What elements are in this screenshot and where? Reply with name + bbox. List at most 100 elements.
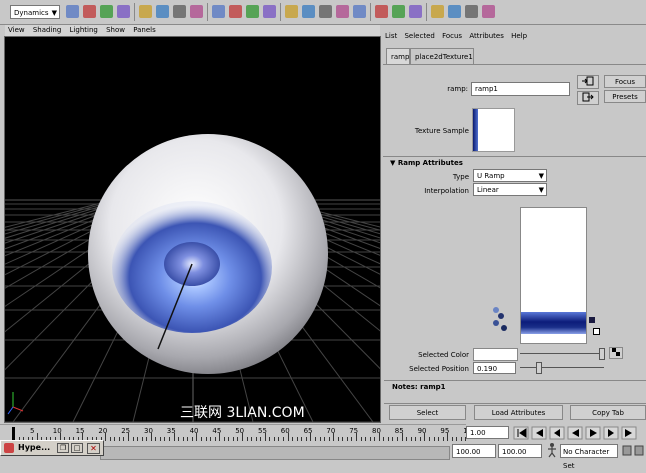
go-to-start-icon[interactable] xyxy=(513,426,529,440)
character-set-dropdown[interactable]: No Character Set xyxy=(560,444,618,470)
timeline-tick-mark xyxy=(137,437,139,441)
go-to-input-button[interactable] xyxy=(577,75,599,89)
timeline-tick-mark xyxy=(419,437,421,441)
timeline-tick-mark xyxy=(205,437,207,441)
hypershade-icon[interactable] xyxy=(353,5,366,18)
viewport-menu-shading[interactable]: Shading xyxy=(33,26,61,34)
timeline-tick-mark xyxy=(191,437,193,441)
render-frame-icon[interactable] xyxy=(302,5,315,18)
ae-menu-selected[interactable]: Selected xyxy=(404,32,434,40)
selected-position-slider[interactable] xyxy=(520,367,604,368)
notes-bar[interactable]: Notes: ramp1 xyxy=(384,380,646,393)
step-forward-key-icon[interactable] xyxy=(621,426,637,440)
menu-set-dropdown[interactable]: Dynamics ▼ xyxy=(10,5,60,19)
chevron-down-icon: ▼ xyxy=(51,9,57,17)
ae-menu-focus[interactable]: Focus xyxy=(442,32,462,40)
range-end-field[interactable]: 100.00 xyxy=(498,444,542,458)
selected-color-slider-handle[interactable] xyxy=(599,348,605,360)
step-forward-icon[interactable] xyxy=(603,426,619,440)
current-time-marker[interactable] xyxy=(12,427,15,441)
timeline-tick-mark xyxy=(246,437,248,441)
interpolation-label: Interpolation xyxy=(424,187,469,195)
load-attributes-button[interactable]: Load Attributes xyxy=(474,405,563,420)
ramp-handle-delete[interactable] xyxy=(593,328,600,335)
snap-point-icon[interactable] xyxy=(246,5,259,18)
cameras-icon[interactable] xyxy=(431,5,444,18)
current-frame-field[interactable]: 1.00 xyxy=(466,426,509,439)
viewport-menu-view[interactable]: View xyxy=(8,26,25,34)
ae-menu-help[interactable]: Help xyxy=(511,32,527,40)
timeline-tick-mark xyxy=(392,437,394,441)
selected-color-slider[interactable] xyxy=(520,353,604,354)
new-scene-icon[interactable] xyxy=(66,5,79,18)
select-button[interactable]: Select xyxy=(389,405,466,420)
step-back-icon[interactable] xyxy=(549,426,565,440)
timeline-tick-mark xyxy=(319,437,321,441)
range-start-field[interactable]: 100.00 xyxy=(452,444,496,458)
timeline-tick-label: 5 xyxy=(30,427,35,435)
maximize-icon[interactable]: □ xyxy=(71,443,83,453)
scale-icon[interactable] xyxy=(482,5,495,18)
type-dropdown[interactable]: U Ramp ▼ xyxy=(473,169,547,182)
bookmark-icon[interactable] xyxy=(392,5,405,18)
go-to-output-button[interactable] xyxy=(577,91,599,105)
tab-ramp1[interactable]: ramp1 xyxy=(386,48,414,64)
channel-box-icon[interactable] xyxy=(448,5,461,18)
copy-tab-button[interactable]: Copy Tab xyxy=(570,405,646,420)
snap-grid-icon[interactable] xyxy=(212,5,225,18)
viewport-menu-show[interactable]: Show xyxy=(106,26,125,34)
select-object-icon[interactable] xyxy=(173,5,186,18)
selected-color-swatch[interactable] xyxy=(473,348,518,361)
perspective-viewport[interactable] xyxy=(5,37,380,422)
tab-place2dtexture1[interactable]: place2dTexture1 xyxy=(410,48,474,64)
timeline-tick-mark xyxy=(324,437,326,441)
notes-area[interactable] xyxy=(384,393,646,404)
ipr-render-icon[interactable] xyxy=(319,5,332,18)
ramp-preview[interactable] xyxy=(520,207,587,344)
interpolation-dropdown[interactable]: Linear ▼ xyxy=(473,183,547,196)
toolbar-separator xyxy=(280,3,281,21)
select-hierarchy-icon[interactable] xyxy=(156,5,169,18)
ramp-handle-square[interactable] xyxy=(589,317,595,323)
ipr-icon[interactable] xyxy=(139,5,152,18)
selected-position-field[interactable]: 0.190 xyxy=(473,362,516,374)
timeline-tick-mark xyxy=(442,437,444,441)
snap-surface-icon[interactable] xyxy=(263,5,276,18)
save-scene-icon[interactable] xyxy=(100,5,113,18)
focus-button[interactable]: Focus xyxy=(604,75,646,88)
history-icon[interactable] xyxy=(285,5,298,18)
ae-menu-list[interactable]: List xyxy=(385,32,397,40)
snap-curve-icon[interactable] xyxy=(229,5,242,18)
menu-set-value: Dynamics xyxy=(14,9,49,17)
viewport-menu-lighting[interactable]: Lighting xyxy=(70,26,98,34)
toolbar-separator xyxy=(134,3,135,21)
node-name-field[interactable]: ramp1 xyxy=(471,82,570,96)
step-back-key-icon[interactable] xyxy=(531,426,547,440)
layout-icon[interactable] xyxy=(409,5,422,18)
selected-position-slider-handle[interactable] xyxy=(536,362,542,374)
texture-sample-swatch[interactable] xyxy=(472,108,515,152)
timeline-tick-label: 50 xyxy=(235,427,245,435)
close-icon[interactable]: ✕ xyxy=(87,443,100,454)
ae-menu-attributes[interactable]: Attributes xyxy=(469,32,504,40)
map-button[interactable] xyxy=(609,347,623,359)
timeline-tick-mark xyxy=(383,437,385,441)
toolbar-separator xyxy=(426,3,427,21)
presets-button[interactable]: Presets xyxy=(604,90,646,103)
hypershade-minimized-window[interactable]: Hype... ❐ □ ✕ xyxy=(0,440,104,456)
restore-icon[interactable]: ❐ xyxy=(57,443,69,453)
key-animation-icons[interactable] xyxy=(622,444,646,458)
viewport-menubar: View Shading Lighting Show Panels xyxy=(5,25,380,36)
render-icon[interactable] xyxy=(117,5,130,18)
watermark-text: 三联网 3LIAN.COM xyxy=(180,405,305,421)
play-backward-icon[interactable] xyxy=(567,426,583,440)
viewport-menu-panels[interactable]: Panels xyxy=(133,26,156,34)
render-settings-icon[interactable] xyxy=(336,5,349,18)
rotate-icon[interactable] xyxy=(465,5,478,18)
range-slider[interactable] xyxy=(100,446,450,460)
play-forward-icon[interactable] xyxy=(585,426,601,440)
select-component-icon[interactable] xyxy=(190,5,203,18)
ramp-attributes-header[interactable]: ▼ Ramp Attributes xyxy=(390,159,463,167)
show-hide-icon[interactable] xyxy=(375,5,388,18)
open-scene-icon[interactable] xyxy=(83,5,96,18)
